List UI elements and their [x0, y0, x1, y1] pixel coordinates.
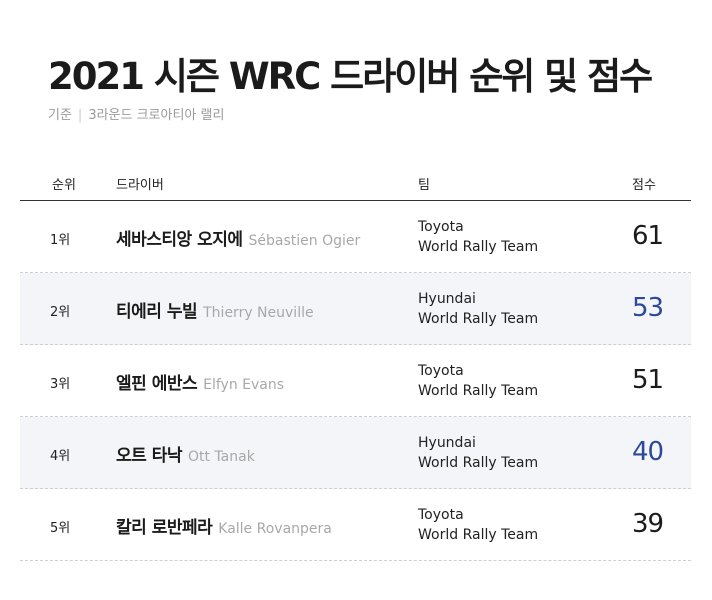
subtitle-separator: |: [77, 108, 83, 123]
basis-round: 3라운드 크로아티아 랠리: [88, 108, 225, 123]
header-rank: 순위: [52, 178, 76, 193]
team-cell: Hyundai World Rally Team: [418, 289, 538, 329]
header-driver: 드라이버: [116, 178, 164, 193]
team-line1: Toyota: [418, 219, 464, 235]
driver-name-en: Kalle Rovanpera: [218, 521, 332, 537]
driver-name-en: Sébastien Ogier: [248, 233, 361, 249]
team-line1: Toyota: [418, 507, 464, 523]
team-cell: Toyota World Rally Team: [418, 361, 538, 401]
team-line1: Toyota: [418, 363, 464, 379]
basis-label: 기준: [48, 108, 72, 123]
score-cell: 39: [632, 509, 664, 539]
driver-name-ko: 칼리 로반페라: [116, 518, 213, 538]
driver-name-ko: 오트 타낙: [116, 446, 182, 466]
header-team: 팀: [418, 178, 430, 193]
driver-cell: 티에리 누빌 Thierry Neuville: [116, 297, 314, 322]
driver-name-ko: 엘핀 에반스: [116, 374, 198, 394]
table-header: 순위 드라이버 팀 점수: [20, 168, 691, 201]
team-line2: World Rally Team: [418, 239, 539, 255]
page-title: 2021 시즌 WRC 드라이버 순위 및 점수: [48, 55, 653, 98]
rank-cell: 4위: [50, 449, 71, 464]
rank-cell: 3위: [50, 377, 71, 392]
subtitle: 기준 | 3라운드 크로아티아 랠리: [48, 104, 224, 123]
driver-name-ko: 티에리 누빌: [116, 302, 198, 322]
score-cell: 40: [632, 437, 664, 467]
team-line2: World Rally Team: [418, 383, 539, 399]
driver-cell: 엘핀 에반스 Elfyn Evans: [116, 369, 284, 394]
standings-table: 1위 세바스티앙 오지에 Sébastien Ogier Toyota World…: [20, 201, 691, 561]
driver-name-ko: 세바스티앙 오지에: [116, 230, 243, 250]
driver-name-en: Ott Tanak: [187, 449, 255, 465]
driver-name-en: Thierry Neuville: [203, 305, 314, 321]
driver-cell: 세바스티앙 오지에 Sébastien Ogier: [116, 225, 360, 250]
rank-cell: 5위: [50, 521, 71, 536]
table-row: 3위 엘핀 에반스 Elfyn Evans Toyota World Rally …: [20, 345, 691, 417]
rank-cell: 2위: [50, 305, 71, 320]
table-row: 5위 칼리 로반페라 Kalle Rovanpera Toyota World R…: [20, 489, 691, 561]
score-cell: 51: [632, 365, 664, 395]
table-row: 2위 티에리 누빌 Thierry Neuville Hyundai World …: [20, 273, 691, 345]
driver-cell: 오트 타낙 Ott Tanak: [116, 441, 255, 466]
team-line1: Hyundai: [418, 291, 476, 307]
team-line2: World Rally Team: [418, 455, 539, 471]
table-row: 4위 오트 타낙 Ott Tanak Hyundai World Rally Te…: [20, 417, 691, 489]
header-score: 점수: [632, 178, 656, 193]
score-cell: 61: [632, 221, 664, 251]
team-line2: World Rally Team: [418, 311, 539, 327]
team-cell: Toyota World Rally Team: [418, 217, 538, 257]
score-cell: 53: [632, 293, 664, 323]
rank-cell: 1위: [50, 233, 71, 248]
driver-cell: 칼리 로반페라 Kalle Rovanpera: [116, 513, 332, 538]
team-cell: Hyundai World Rally Team: [418, 433, 538, 473]
driver-name-en: Elfyn Evans: [203, 377, 285, 393]
team-line2: World Rally Team: [418, 527, 539, 543]
team-cell: Toyota World Rally Team: [418, 505, 538, 545]
team-line1: Hyundai: [418, 435, 476, 451]
table-row: 1위 세바스티앙 오지에 Sébastien Ogier Toyota World…: [20, 201, 691, 273]
